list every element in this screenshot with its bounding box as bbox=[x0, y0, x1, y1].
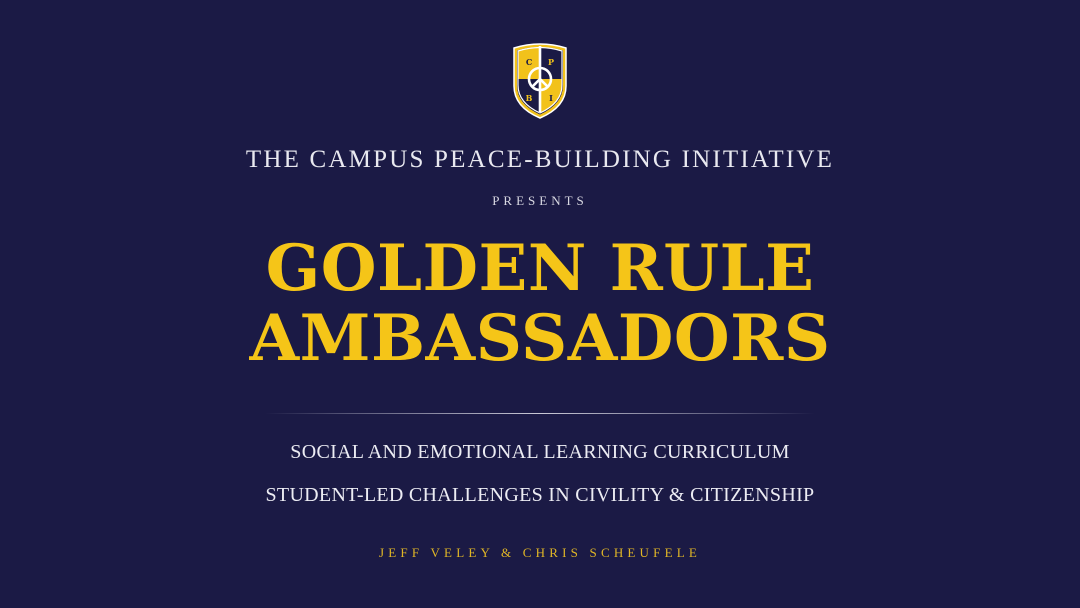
title-line-2: AMBASSADORS bbox=[249, 301, 831, 376]
shield-crest-logo: C P B I bbox=[513, 43, 567, 119]
main-title: GOLDEN RULE AMBASSADORS bbox=[0, 234, 1080, 374]
crest-letter-b: B bbox=[526, 93, 533, 103]
organization-name: THE CAMPUS PEACE-BUILDING INITIATIVE bbox=[245, 146, 835, 173]
crest-letter-p: P bbox=[548, 57, 554, 67]
subtitle-curriculum: SOCIAL AND EMOTIONAL LEARNING CURRICULUM bbox=[290, 441, 790, 463]
divider-line bbox=[265, 413, 815, 414]
crest-letter-i: I bbox=[549, 93, 553, 103]
authors-credit: JEFF VELEY & CHRIS SCHEUFELE bbox=[378, 545, 701, 560]
title-slide: C P B I THE CAMPUS PEACE-BUILDING INITIA… bbox=[0, 0, 1080, 608]
title-line-1: GOLDEN RULE bbox=[265, 231, 815, 306]
subtitle-challenges: STUDENT-LED CHALLENGES IN CIVILITY & CIT… bbox=[265, 484, 815, 506]
crest-letter-c: C bbox=[526, 57, 532, 67]
presents-label: PRESENTS bbox=[492, 193, 588, 208]
